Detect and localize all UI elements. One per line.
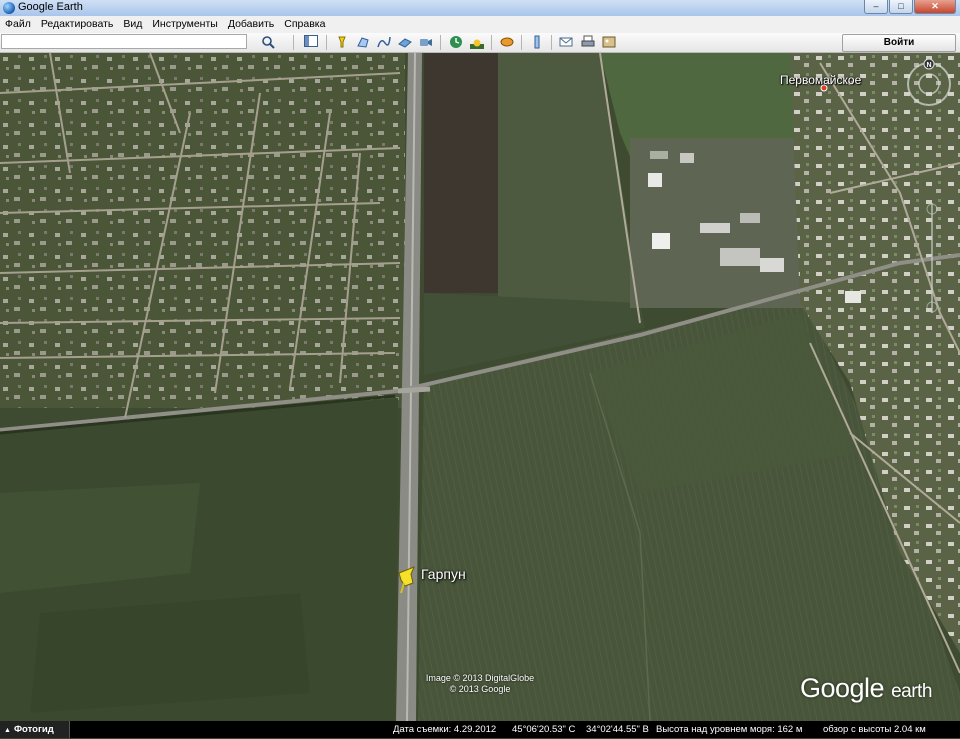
menu-edit[interactable]: Редактировать bbox=[36, 16, 119, 33]
menu-add[interactable]: Добавить bbox=[223, 16, 279, 33]
status-bar: ▲ Фотогид Дата съемки: 4.29.2012 45°06'20… bbox=[0, 721, 960, 738]
toolbar-separator bbox=[293, 35, 294, 50]
menu-view[interactable]: Вид bbox=[118, 16, 147, 33]
expand-arrow-icon: ▲ bbox=[4, 727, 11, 734]
menu-bar: Файл Редактировать Вид Инструменты Добав… bbox=[0, 16, 960, 34]
placemark-icon[interactable] bbox=[333, 35, 351, 50]
polygon-icon[interactable] bbox=[354, 35, 372, 50]
toolbar-separator bbox=[491, 35, 492, 50]
menu-file[interactable]: Файл bbox=[0, 16, 36, 33]
window-title: Google Earth bbox=[18, 1, 83, 13]
minimize-button[interactable]: – bbox=[864, 0, 888, 14]
satellite-imagery bbox=[0, 53, 960, 721]
sunlight-icon[interactable] bbox=[468, 35, 486, 50]
print-icon[interactable] bbox=[579, 35, 597, 50]
brand-google-text: Google bbox=[800, 673, 885, 703]
elevation: Высота над уровнем моря: 162 м bbox=[656, 724, 803, 735]
toolbar: Войти bbox=[0, 33, 960, 53]
map-view[interactable]: Первомайское Гарпун Image © 2013 Digital… bbox=[0, 53, 960, 721]
longitude: 34°02'44.55" В bbox=[586, 724, 649, 735]
zoom-slider[interactable] bbox=[922, 203, 942, 313]
look-joystick-icon bbox=[918, 73, 940, 95]
imagery-attribution: Image © 2013 DigitalGlobe © 2013 Google bbox=[418, 673, 542, 695]
image-overlay-icon[interactable] bbox=[396, 35, 414, 50]
toolbar-separator bbox=[551, 35, 552, 50]
menu-tools[interactable]: Инструменты bbox=[147, 16, 222, 33]
toolbar-separator bbox=[326, 35, 327, 50]
title-bar: Google Earth – □ ✕ bbox=[0, 0, 960, 17]
compass-north-letter: N bbox=[926, 62, 931, 69]
sidebar-toggle-icon[interactable] bbox=[302, 35, 320, 50]
google-earth-brand: Google earth bbox=[800, 673, 932, 704]
planets-icon[interactable] bbox=[498, 35, 516, 50]
attribution-line-1: Image © 2013 DigitalGlobe bbox=[425, 673, 535, 683]
menu-help[interactable]: Справка bbox=[279, 16, 330, 33]
google-earth-logo-icon bbox=[3, 2, 15, 14]
imagery-date: Дата съемки: 4.29.2012 bbox=[393, 724, 497, 735]
search-input[interactable] bbox=[1, 34, 247, 49]
tour-guide-label: Фотогид bbox=[13, 724, 54, 735]
toolbar-separator bbox=[440, 35, 441, 50]
tour-guide-button[interactable]: ▲ Фотогид bbox=[0, 721, 70, 738]
path-icon[interactable] bbox=[375, 35, 393, 50]
eye-altitude: обзор с высоты 2.04 км bbox=[823, 724, 926, 735]
latitude: 45°06'20.53" С bbox=[512, 724, 576, 735]
record-tour-icon[interactable] bbox=[417, 35, 435, 50]
ruler-icon[interactable] bbox=[528, 35, 546, 50]
navigation-controls[interactable]: N bbox=[906, 59, 952, 119]
attribution-line-2: © 2013 Google bbox=[449, 684, 511, 694]
brand-earth-text: earth bbox=[891, 681, 932, 702]
email-icon[interactable] bbox=[557, 35, 575, 50]
window-controls: – □ ✕ bbox=[864, 0, 956, 14]
place-label[interactable]: Первомайское bbox=[780, 73, 861, 87]
close-button[interactable]: ✕ bbox=[914, 0, 956, 14]
placemark-label[interactable]: Гарпун bbox=[421, 566, 466, 582]
historical-imagery-icon[interactable] bbox=[447, 35, 465, 50]
sign-in-button[interactable]: Войти bbox=[842, 34, 956, 52]
save-image-icon[interactable] bbox=[600, 35, 618, 50]
maximize-button[interactable]: □ bbox=[889, 0, 913, 14]
toolbar-separator bbox=[521, 35, 522, 50]
search-icon[interactable] bbox=[259, 35, 277, 50]
